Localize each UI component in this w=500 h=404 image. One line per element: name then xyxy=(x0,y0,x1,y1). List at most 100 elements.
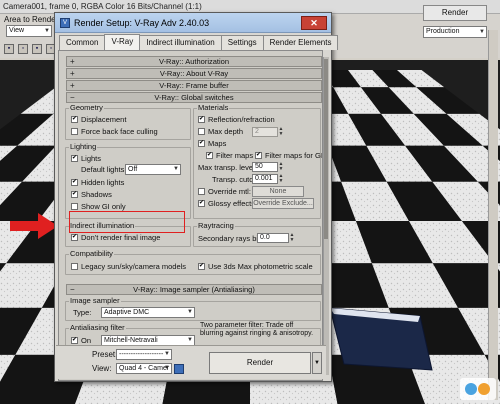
rollout-about[interactable]: + V-Ray:: About V-Ray xyxy=(66,68,322,79)
hidden-lights-label: Hidden lights xyxy=(81,178,125,187)
filter-maps-checkbox[interactable]: ✔ Filter maps xyxy=(206,151,253,160)
rollout-image-sampler[interactable]: − V-Ray:: Image sampler (Antialiasing) xyxy=(66,284,322,295)
maps-checkbox[interactable]: ✔ Maps xyxy=(198,139,226,148)
production-select[interactable]: Production ▼ xyxy=(423,26,487,38)
shadows-checkbox[interactable]: ✔ Shadows xyxy=(71,190,112,199)
checkbox-check-icon: ✔ xyxy=(71,337,78,344)
area-to-render-select[interactable]: View ▼ xyxy=(6,25,52,37)
hidden-lights-checkbox[interactable]: ✔ Hidden lights xyxy=(71,178,124,187)
override-mtl-checkbox[interactable]: Override mtl: xyxy=(198,187,251,196)
glossy-effects-checkbox[interactable]: ✔ Glossy effects xyxy=(198,199,255,208)
max-transp-levels-value: 50 xyxy=(255,163,263,170)
show-gi-only-checkbox[interactable]: Show GI only xyxy=(71,202,126,211)
expand-icon: + xyxy=(70,57,75,66)
aa-filter-on-checkbox[interactable]: ✔ On xyxy=(71,336,91,345)
max-transp-levels-field[interactable]: 50 ▲ ▼ xyxy=(252,162,283,172)
default-lights-select[interactable]: Off ▼ xyxy=(125,164,181,175)
checkbox-check-icon: ✔ xyxy=(71,234,78,241)
view-select[interactable]: Quad 4 - Camer ▼ xyxy=(116,363,172,374)
checkbox-check-icon: ✔ xyxy=(71,116,78,123)
preset-select[interactable]: ------------------- ▼ xyxy=(116,349,172,360)
dialog-title: Render Setup: V-Ray Adv 2.40.03 xyxy=(74,18,210,28)
collapse-icon: − xyxy=(70,285,75,294)
max-transp-levels-label: Max transp. levels xyxy=(198,163,259,172)
copy-icon[interactable]: ▫ xyxy=(18,44,28,54)
aa-filter-description: Two parameter filter: Trade off blurring… xyxy=(200,322,314,337)
reflection-refraction-checkbox[interactable]: ✔ Reflection/refraction xyxy=(198,115,275,124)
image-sampler-group-title: Image sampler xyxy=(69,296,121,305)
render-button[interactable]: Render xyxy=(209,352,311,374)
spinner-icon[interactable]: ▲ ▼ xyxy=(278,162,284,172)
checkbox-check-icon: ✔ xyxy=(198,116,205,123)
rollout-authorization[interactable]: + V-Ray:: Authorization xyxy=(66,56,322,67)
transp-cutoff-field[interactable]: 0.001 ▲ ▼ xyxy=(252,174,283,184)
max-depth-field[interactable]: 2 ▲ ▼ xyxy=(252,127,283,137)
dialog-title-bar[interactable]: V Render Setup: V-Ray Adv 2.40.03 ✕ xyxy=(55,13,331,33)
checkbox-check-icon: ✔ xyxy=(71,179,78,186)
render-dropdown-button[interactable]: ▼ xyxy=(312,352,322,374)
rollout-frame-buffer-label: V-Ray:: Frame buffer xyxy=(159,81,229,90)
glossy-effects-label: Glossy effects xyxy=(208,199,255,208)
tab-vray[interactable]: V-Ray xyxy=(104,34,141,50)
spinner-icon[interactable]: ▲ ▼ xyxy=(289,233,295,243)
frame-buffer-render-button[interactable]: Render xyxy=(423,5,487,21)
panel-scrollbar-thumb[interactable] xyxy=(324,59,328,239)
rollout-global-switches-label: V-Ray:: Global switches xyxy=(154,93,234,102)
raytracing-group-title: Raytracing xyxy=(197,221,235,230)
checkbox-box xyxy=(71,263,78,270)
frame-buffer-scrollbar[interactable] xyxy=(488,30,498,400)
compatibility-group-title: Compatibility xyxy=(69,249,114,258)
rollout-about-label: V-Ray:: About V-Ray xyxy=(159,69,229,78)
checkbox-check-icon: ✔ xyxy=(255,152,262,159)
checkbox-check-icon: ✔ xyxy=(71,155,78,162)
expand-icon: + xyxy=(70,69,75,78)
checkbox-box xyxy=(71,128,78,135)
lock-view-icon[interactable] xyxy=(174,364,184,374)
checkbox-check-icon: ✔ xyxy=(206,152,213,159)
close-button[interactable]: ✕ xyxy=(301,16,327,30)
override-mtl-none-button[interactable]: None xyxy=(252,186,304,197)
legacy-sun-sky-camera-checkbox[interactable]: Legacy sun/sky/camera models xyxy=(71,262,186,271)
filter-maps-gi-checkbox[interactable]: ✔ Filter maps for GI xyxy=(255,151,323,160)
checkbox-check-icon: ✔ xyxy=(198,140,205,147)
spinner-icon[interactable]: ▲ ▼ xyxy=(278,127,284,137)
tab-render-elements[interactable]: Render Elements xyxy=(262,35,339,50)
displacement-checkbox[interactable]: ✔ Displacement xyxy=(71,115,126,124)
clone-icon[interactable]: ▪ xyxy=(32,44,42,54)
save-icon[interactable]: ▪ xyxy=(4,44,14,54)
chevron-down-icon: ▼ xyxy=(187,337,193,343)
default-lights-value: Off xyxy=(128,166,138,173)
checkbox-check-icon: ✔ xyxy=(198,263,205,270)
red-arrow-icon xyxy=(10,213,58,239)
chevron-down-icon: ▼ xyxy=(44,28,50,34)
maps-label: Maps xyxy=(208,139,227,148)
checkbox-box xyxy=(198,188,205,195)
lights-label: Lights xyxy=(81,154,102,163)
sampler-type-label: Type: xyxy=(73,308,92,317)
filter-maps-gi-label: Filter maps for GI xyxy=(265,151,323,160)
secondary-rays-bias-value: 0.0 xyxy=(260,234,270,241)
tab-settings[interactable]: Settings xyxy=(220,35,264,50)
view-label: View: xyxy=(92,364,112,373)
tab-indirect-illumination[interactable]: Indirect illumination xyxy=(139,35,222,50)
force-back-face-culling-checkbox[interactable]: Force back face culling xyxy=(71,127,158,136)
rollout-global-switches[interactable]: − V-Ray:: Global switches xyxy=(66,92,322,103)
filter-maps-label: Filter maps xyxy=(216,151,254,160)
lights-checkbox[interactable]: ✔ Lights xyxy=(71,154,101,163)
area-to-render-value: View xyxy=(9,27,25,34)
secondary-rays-bias-field[interactable]: 0.0 ▲ ▼ xyxy=(257,233,294,243)
use-3dsmax-photometric-checkbox[interactable]: ✔ Use 3ds Max photometric scale xyxy=(198,262,313,271)
max-depth-checkbox[interactable]: Max depth xyxy=(198,127,243,136)
aa-filter-value: Mitchell-Netravali xyxy=(104,337,158,344)
chevron-down-icon: ▼ xyxy=(164,365,170,371)
tab-common[interactable]: Common xyxy=(59,35,106,50)
override-exclude-button[interactable]: Override Exclude... xyxy=(252,198,314,209)
rollout-frame-buffer[interactable]: + V-Ray:: Frame buffer xyxy=(66,80,322,91)
use-3dsmax-photometric-label: Use 3ds Max photometric scale xyxy=(208,262,313,271)
dont-render-final-image-checkbox[interactable]: ✔ Don't render final image xyxy=(71,233,160,242)
sampler-type-select[interactable]: Adaptive DMC ▼ xyxy=(101,307,195,318)
chevron-down-icon: ▼ xyxy=(187,309,193,315)
secondary-rays-bias-label: Secondary rays bias xyxy=(198,234,266,243)
spinner-icon[interactable]: ▲ ▼ xyxy=(278,174,284,184)
rollout-authorization-label: V-Ray:: Authorization xyxy=(158,57,230,66)
